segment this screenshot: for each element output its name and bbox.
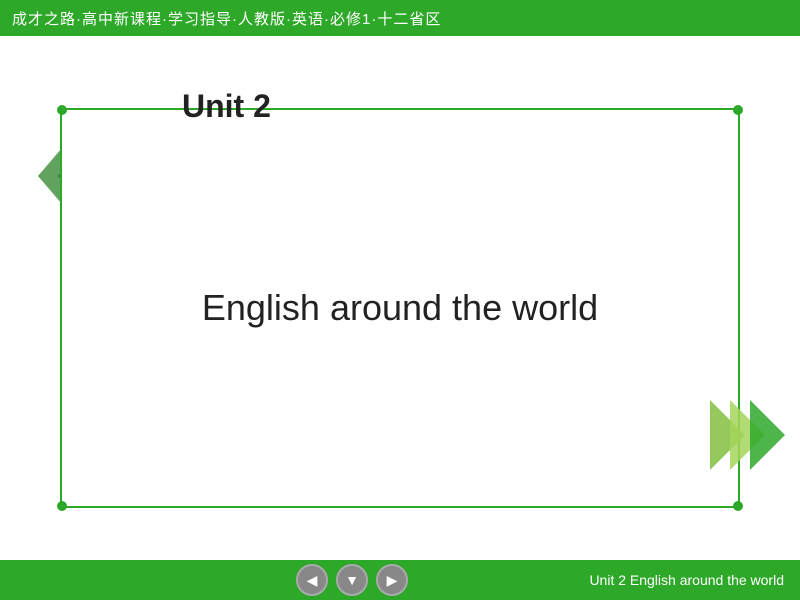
corner-dot-bl [57,501,67,511]
right-chevron-decoration [700,395,790,475]
nav-prev-icon: ◀ [307,572,318,589]
nav-home-button[interactable]: ▼ [336,564,368,596]
corner-dot-tl [57,105,67,115]
nav-next-button[interactable]: ▶ [376,564,408,596]
corner-dot-br [733,501,743,511]
nav-home-icon: ▼ [345,572,359,588]
bottom-bar: ◀ ▼ ▶ Unit 2 English around the world [0,560,800,600]
main-content: Unit 2 English around the world [0,36,800,560]
nav-buttons: ◀ ▼ ▶ [296,564,408,596]
bottom-status-text: Unit 2 English around the world [589,572,784,588]
top-bar-title: 成才之路·高中新课程·学习指导·人教版·英语·必修1·十二省区 [12,8,441,29]
nav-next-icon: ▶ [387,572,398,589]
slide-card: Unit 2 English around the world [60,108,740,508]
unit-label: Unit 2 [182,88,271,125]
nav-prev-button[interactable]: ◀ [296,564,328,596]
top-bar: 成才之路·高中新课程·学习指导·人教版·英语·必修1·十二省区 [0,0,800,36]
slide-subtitle: English around the world [202,287,598,329]
corner-dot-tr [733,105,743,115]
